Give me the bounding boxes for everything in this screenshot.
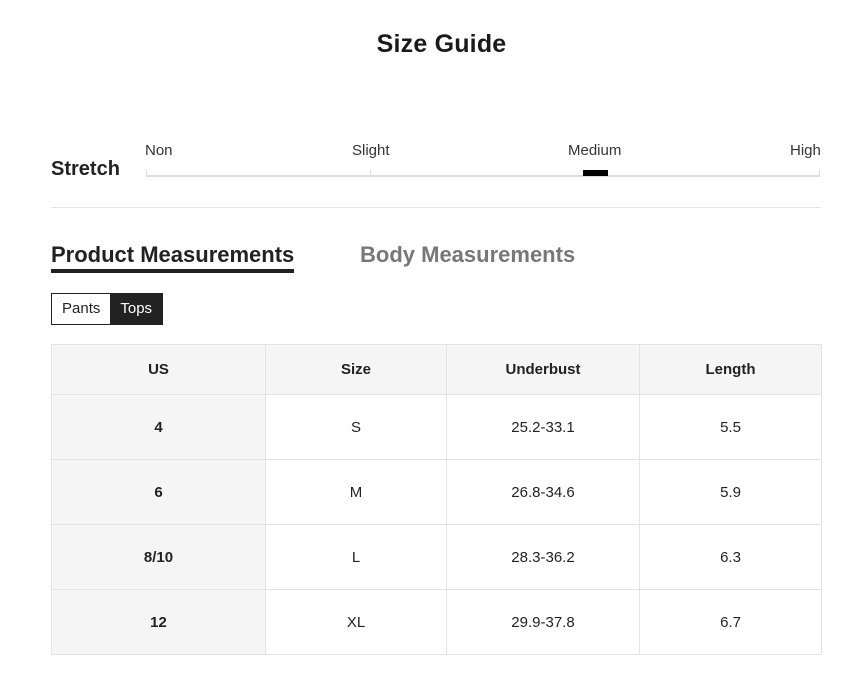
stretch-scale-track <box>146 175 820 177</box>
length-cell: 5.9 <box>639 459 822 525</box>
underbust-cell: 26.8-34.6 <box>446 459 640 525</box>
size-cell: L <box>265 524 447 590</box>
column-header-underbust: Underbust <box>446 344 640 395</box>
length-cell: 6.7 <box>639 589 822 655</box>
stretch-level-non: Non <box>145 142 173 159</box>
tops-button[interactable]: Tops <box>110 294 163 324</box>
table-row: 4 S 25.2-33.1 5.5 <box>51 394 822 460</box>
stretch-selected-marker <box>583 170 608 176</box>
column-header-length: Length <box>639 344 822 395</box>
garment-type-toggle: Pants Tops <box>51 293 164 325</box>
size-cell: XL <box>265 589 447 655</box>
stretch-level-slight: Slight <box>352 142 390 159</box>
tab-product-measurements[interactable]: Product Measurements <box>51 242 295 273</box>
table-row: 8/10 L 28.3-36.2 6.3 <box>51 524 822 590</box>
underbust-cell: 25.2-33.1 <box>446 394 640 460</box>
underbust-cell: 29.9-37.8 <box>446 589 640 655</box>
stretch-level-high: High <box>790 142 821 159</box>
stretch-tick-non <box>146 170 147 177</box>
size-table: US Size Underbust Length 4 S 25.2-33.1 5… <box>51 344 822 655</box>
stretch-tick-high <box>819 170 820 177</box>
column-header-size: Size <box>265 344 447 395</box>
page-title: Size Guide <box>376 30 507 58</box>
us-size-cell: 8/10 <box>51 524 266 590</box>
column-header-us: US <box>51 344 266 395</box>
us-size-cell: 4 <box>51 394 266 460</box>
length-cell: 5.5 <box>639 394 822 460</box>
size-cell: S <box>265 394 447 460</box>
stretch-tick-slight <box>370 170 371 177</box>
underbust-cell: 28.3-36.2 <box>446 524 640 590</box>
stretch-label: Stretch <box>51 158 120 180</box>
us-size-cell: 12 <box>51 589 266 655</box>
table-row: 6 M 26.8-34.6 5.9 <box>51 459 822 525</box>
section-divider <box>51 207 821 208</box>
length-cell: 6.3 <box>639 524 822 590</box>
table-row: 12 XL 29.9-37.8 6.7 <box>51 589 822 655</box>
us-size-cell: 6 <box>51 459 266 525</box>
stretch-level-medium: Medium <box>568 142 622 159</box>
tab-body-measurements[interactable]: Body Measurements <box>360 242 575 268</box>
table-header-row: US Size Underbust Length <box>51 344 822 395</box>
size-cell: M <box>265 459 447 525</box>
pants-button[interactable]: Pants <box>52 294 111 324</box>
